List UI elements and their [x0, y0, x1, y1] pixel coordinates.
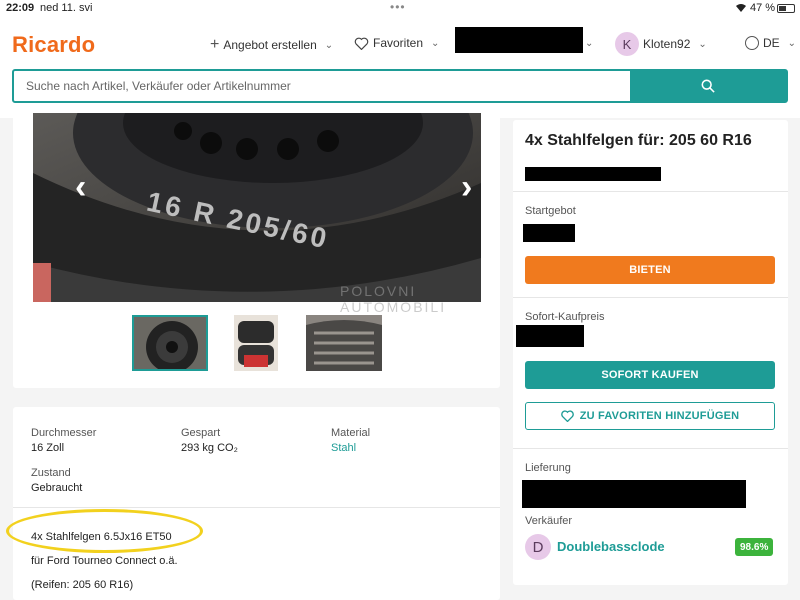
search-bar — [12, 69, 788, 103]
create-listing-label: Angebot erstellen — [223, 38, 317, 52]
divider — [13, 507, 500, 508]
listing-title: 4x Stahlfelgen für: 205 60 R16 — [525, 132, 752, 149]
tyre-photo: 16 R 205/60 — [33, 113, 481, 302]
seller-info: D Doublebassclode 98.6% — [525, 534, 777, 560]
redacted-delivery-info — [522, 480, 746, 508]
description-line: für Ford Tourneo Connect o.ä. — [31, 555, 178, 567]
language-label: DE — [763, 36, 780, 50]
next-image-arrow-icon[interactable]: › — [461, 168, 472, 207]
ricardo-logo[interactable]: Ricardo — [12, 32, 95, 58]
heart-icon — [354, 37, 369, 50]
user-avatar: K — [615, 32, 639, 56]
plus-icon: + — [210, 36, 220, 53]
add-to-favorites-button[interactable]: ZU FAVORITEN HINZUFÜGEN — [525, 402, 775, 430]
heart-icon — [560, 410, 574, 422]
search-icon — [701, 79, 715, 93]
seller-name-link[interactable]: Doublebassclode — [557, 539, 665, 554]
search-button[interactable] — [630, 71, 786, 101]
user-menu[interactable]: K Kloten92 ⌄ — [615, 32, 707, 56]
buy-now-button[interactable]: SOFORT KAUFEN — [525, 361, 775, 389]
thumbnail-3[interactable] — [306, 315, 382, 371]
buy-panel: 4x Stahlfelgen für: 205 60 R16 Startgebo… — [513, 120, 788, 585]
buy-now-price-label: Sofort-Kaufpreis — [525, 311, 605, 323]
redacted-buy-now-price — [516, 325, 584, 347]
seller-rating-badge: 98.6% — [735, 538, 774, 556]
item-details: Durchmesser 16 Zoll Gespart 293 kg CO₂ M… — [13, 407, 500, 600]
multitasking-dots-icon[interactable]: ••• — [390, 0, 406, 14]
status-date: ned 11. svi — [40, 2, 93, 14]
main-product-photo[interactable]: 16 R 205/60 ‹ › — [33, 113, 481, 302]
yellow-highlight-annotation — [6, 509, 203, 553]
chevron-down-icon: ⌄ — [585, 38, 594, 49]
attribute-label: Gespart — [181, 427, 221, 439]
add-to-favorites-label: ZU FAVORITEN HINZUFÜGEN — [579, 410, 740, 422]
description-line: (Reifen: 205 60 R16) — [31, 579, 134, 591]
attribute-label: Durchmesser — [31, 427, 97, 439]
redacted-start-bid-price — [523, 224, 575, 242]
watermark-line-2: AUTOMOBILI — [340, 299, 447, 315]
previous-image-arrow-icon[interactable]: ‹ — [75, 168, 86, 207]
attribute-co2-saved: Gespart 293 kg CO₂ — [181, 427, 238, 454]
globe-icon — [745, 36, 759, 50]
thumbnail-1[interactable] — [132, 315, 208, 371]
bid-button[interactable]: BIETEN — [525, 256, 775, 284]
battery-percent: 47 % — [750, 2, 776, 14]
redacted-nav-item[interactable] — [455, 27, 583, 53]
delivery-label: Lieferung — [525, 462, 571, 474]
divider — [513, 448, 788, 449]
attribute-diameter: Durchmesser 16 Zoll — [31, 427, 96, 454]
battery-icon — [777, 4, 795, 13]
attribute-value: 16 Zoll — [31, 442, 65, 454]
username-label: Kloten92 — [643, 37, 691, 51]
chevron-down-icon: ⌄ — [787, 37, 797, 49]
language-selector[interactable]: DE ⌄ — [745, 36, 796, 50]
status-bar: 22:09 ned 11. svi ••• 47 % — [0, 0, 800, 18]
favorites-menu[interactable]: Favoriten ⌄ — [354, 36, 439, 50]
attribute-material: Material Stahl — [331, 427, 370, 454]
chevron-down-icon: ⌄ — [431, 37, 440, 49]
redacted-subtitle — [525, 167, 661, 181]
chevron-down-icon: ⌄ — [324, 39, 334, 51]
chevron-down-icon: ⌄ — [698, 38, 707, 50]
attribute-value: Gebraucht — [31, 482, 83, 494]
seller-avatar: D — [525, 534, 551, 560]
seller-label: Verkäufer — [525, 515, 573, 527]
thumbnail-2[interactable] — [234, 315, 310, 371]
attribute-label: Material — [331, 427, 371, 439]
search-input[interactable] — [14, 71, 632, 101]
watermark: POLOVNI AUTOMOBILI — [340, 283, 446, 315]
watermark-line-1: POLOVNI — [340, 283, 417, 299]
attribute-value: 293 kg CO₂ — [181, 442, 238, 454]
divider — [513, 191, 788, 192]
attribute-condition: Zustand Gebraucht — [31, 467, 82, 494]
status-time: 22:09 — [6, 2, 35, 14]
create-listing-button[interactable]: + Angebot erstellen ⌄ — [210, 36, 333, 54]
favorites-label: Favoriten — [373, 36, 424, 50]
start-bid-label: Startgebot — [525, 205, 576, 217]
attribute-label: Zustand — [31, 467, 71, 479]
wifi-icon — [736, 4, 746, 12]
site-header: Ricardo + Angebot erstellen ⌄ Favoriten … — [0, 18, 800, 118]
divider — [513, 297, 788, 298]
attribute-value-link[interactable]: Stahl — [331, 442, 370, 454]
image-gallery: 16 R 205/60 ‹ › — [13, 113, 500, 388]
